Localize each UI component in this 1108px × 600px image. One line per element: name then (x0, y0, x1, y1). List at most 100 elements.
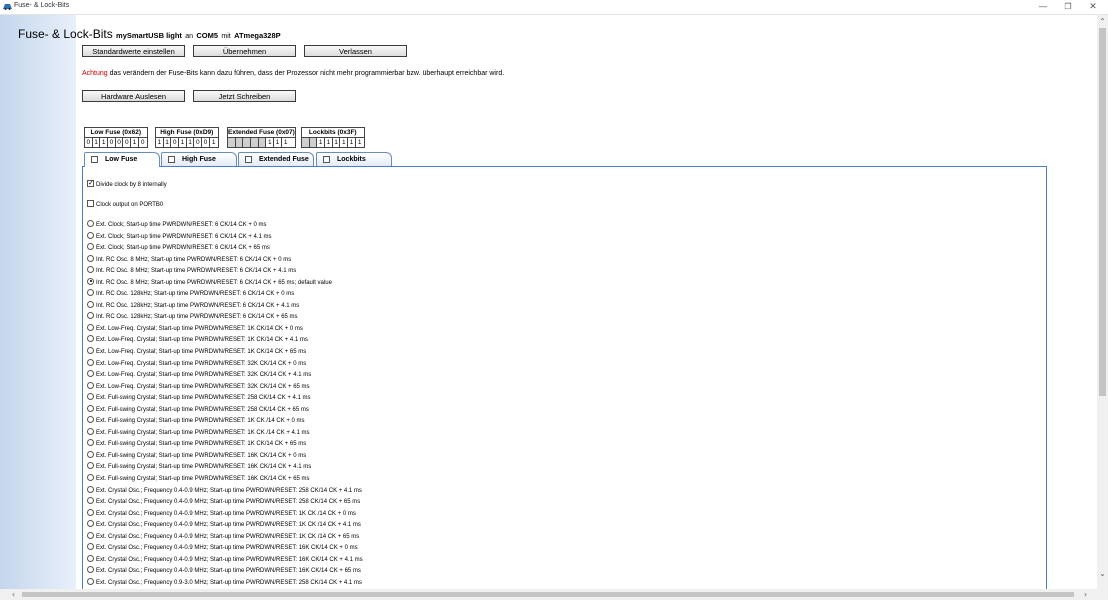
clock-option[interactable]: Int. RC Osc. 8 MHz; Start-up time PWRDWN… (87, 266, 363, 278)
radio-button[interactable] (87, 543, 94, 551)
scroll-up-icon[interactable]: ⌃ (1097, 16, 1108, 27)
clock-option[interactable]: Ext. Full-swing Crystal; Start-up time P… (87, 462, 363, 474)
clock-option[interactable]: Ext. Crystal Osc.; Frequency 0.4-0.9 MHz… (87, 485, 363, 498)
radio-button[interactable] (87, 358, 94, 366)
radio-button[interactable] (87, 323, 94, 331)
fuse-bit: 1 (283, 139, 288, 146)
tab-checkbox[interactable] (91, 156, 98, 163)
clock-option[interactable]: Int. RC Osc. 8 MHz; Start-up time PWRDWN… (87, 277, 363, 290)
radio-button[interactable] (87, 381, 94, 389)
radio-button[interactable] (87, 416, 94, 424)
radio-button[interactable] (87, 450, 94, 458)
clock-option[interactable]: Ext. Crystal Osc.; Frequency 0.4-0.9 MHz… (87, 520, 363, 532)
radio-button[interactable] (87, 508, 94, 516)
fuse-bit (302, 138, 310, 147)
clock-option[interactable]: Ext. Low-Freq. Crystal; Start-up time PW… (87, 358, 363, 371)
clock-option[interactable]: Ext. Full-swing Crystal; Start-up time P… (87, 416, 363, 428)
clock-option[interactable]: Ext. Low-Freq. Crystal; Start-up time PW… (87, 335, 363, 347)
clock-option[interactable]: Int. RC Osc. 8 MHz; Start-up time PWRDWN… (87, 254, 363, 267)
clock-option[interactable]: Ext. Full-swing Crystal; Start-up time P… (87, 427, 363, 440)
defaults-button[interactable]: Standardwerte einstellen (82, 45, 185, 57)
radio-button[interactable] (87, 254, 94, 262)
radio-button[interactable] (87, 266, 94, 274)
clock-option[interactable]: Ext. Full-swing Crystal; Start-up time P… (87, 439, 363, 451)
radio-button[interactable] (87, 220, 94, 227)
radio-button[interactable] (87, 566, 94, 574)
radio-button[interactable] (87, 300, 94, 308)
chip-name: ATmega328P (234, 31, 281, 40)
clock-option[interactable]: Ext. Crystal Osc.; Frequency 0.4-0.9 MHz… (87, 508, 363, 521)
apply-button[interactable]: Übernehmen (193, 45, 296, 57)
clock-option[interactable]: Ext. Crystal Osc.; Frequency 0.4-0.9 MHz… (87, 543, 363, 555)
clock-option[interactable]: Ext. Crystal Osc.; Frequency 0.4-0.9 MHz… (87, 497, 363, 509)
divide-clock-checkbox[interactable]: Divide clock by 8 internally (87, 179, 167, 188)
clock-option[interactable]: Ext. Clock; Start-up time PWRDWN/RESET: … (87, 231, 363, 244)
clock-option[interactable]: Ext. Full-swing Crystal; Start-up time P… (87, 450, 363, 463)
clock-option[interactable]: Ext. Crystal Osc.; Frequency 0.4-0.9 MHz… (87, 531, 363, 544)
clock-option[interactable]: Ext. Low-Freq. Crystal; Start-up time PW… (87, 323, 363, 336)
clock-option[interactable]: Ext. Low-Freq. Crystal; Start-up time PW… (87, 370, 363, 382)
radio-button[interactable] (87, 243, 94, 251)
tab-checkbox[interactable] (168, 156, 175, 163)
clock-option[interactable]: Ext. Low-Freq. Crystal; Start-up time PW… (87, 381, 363, 394)
clock-option[interactable]: Int. RC Osc. 128kHz; Start-up time PWRDW… (87, 289, 363, 301)
tab-checkbox[interactable] (323, 156, 330, 163)
radio-button[interactable] (87, 497, 94, 505)
radio-button[interactable] (87, 370, 94, 378)
scroll-left-icon[interactable]: ‹ (8, 589, 19, 600)
close-button[interactable]: ✕ (1080, 0, 1106, 14)
radio-button[interactable] (87, 427, 94, 435)
clock-option[interactable]: Ext. Full-swing Crystal; Start-up time P… (87, 474, 363, 486)
clock-output-box[interactable] (87, 200, 94, 207)
fuse-bit: 1 (266, 138, 275, 147)
divide-clock-box[interactable] (87, 179, 94, 187)
device-with-text: mit (221, 33, 231, 40)
restore-button[interactable]: ❐ (1055, 0, 1081, 14)
tab-low-fuse[interactable]: Low Fuse (84, 152, 160, 167)
clock-option[interactable]: Int. RC Osc. 128kHz; Start-up time PWRDW… (87, 300, 363, 313)
radio-button[interactable] (87, 289, 94, 297)
radio-button[interactable] (87, 577, 94, 585)
radio-button[interactable] (87, 277, 94, 285)
clock-option[interactable]: Ext. Low-Freq. Crystal; Start-up time PW… (87, 347, 363, 359)
clock-option[interactable]: Ext. Crystal Osc.; Frequency 0.4-0.9 MHz… (87, 566, 363, 578)
clock-option[interactable]: Ext. Clock; Start-up time PWRDWN/RESET: … (87, 220, 363, 232)
read-hardware-button[interactable]: Hardware Auslesen (82, 90, 185, 102)
radio-button[interactable] (87, 312, 94, 320)
clock-option[interactable]: Int. RC Osc. 128kHz; Start-up time PWRDW… (87, 312, 363, 324)
radio-button[interactable] (87, 520, 94, 528)
clock-option[interactable]: Ext. Clock; Start-up time PWRDWN/RESET: … (87, 243, 363, 255)
tab-extended-fuse[interactable]: Extended Fuse (238, 152, 314, 166)
radio-button[interactable] (87, 393, 94, 401)
radio-button[interactable] (87, 485, 94, 493)
clock-option[interactable]: Ext. Full-swing Crystal; Start-up time P… (87, 404, 363, 417)
radio-button[interactable] (87, 474, 94, 482)
horizontal-scroll-thumb[interactable] (22, 592, 1074, 597)
write-now-button[interactable]: Jetzt Schreiben (193, 90, 296, 102)
scroll-right-icon[interactable]: › (1080, 589, 1091, 600)
scroll-down-icon[interactable]: ⌄ (1097, 568, 1108, 579)
minimize-button[interactable]: — (1030, 0, 1056, 14)
clock-option[interactable]: Ext. Crystal Osc.; Frequency 0.4-0.9 MHz… (87, 554, 363, 567)
page-title-text: Fuse- & Lock-Bits (18, 27, 113, 41)
vertical-scrollbar[interactable]: ⌃ ⌄ (1097, 15, 1108, 589)
radio-button[interactable] (87, 554, 94, 562)
fuse-bit: 1 (357, 139, 362, 146)
radio-button[interactable] (87, 462, 94, 470)
radio-button[interactable] (87, 531, 94, 539)
tab-lockbits[interactable]: Lockbits (316, 152, 392, 166)
tab-high-fuse[interactable]: High Fuse (161, 152, 237, 166)
clock-option[interactable]: Ext. Crystal Osc.; Frequency 0.9-3.0 MHz… (87, 577, 363, 589)
clock-output-checkbox[interactable]: Clock output on PORTB0 (87, 200, 163, 208)
radio-button[interactable] (87, 231, 94, 239)
radio-button[interactable] (87, 439, 94, 447)
tab-checkbox[interactable] (245, 156, 252, 163)
horizontal-scrollbar[interactable]: ‹ › (0, 589, 1097, 600)
radio-button[interactable] (87, 347, 94, 355)
clock-option[interactable]: Ext. Full-swing Crystal; Start-up time P… (87, 393, 363, 405)
vertical-scroll-thumb[interactable] (1099, 28, 1106, 396)
device-on-text: an (185, 33, 194, 40)
radio-button[interactable] (87, 335, 94, 343)
radio-button[interactable] (87, 404, 94, 412)
exit-button[interactable]: Verlassen (304, 45, 407, 57)
